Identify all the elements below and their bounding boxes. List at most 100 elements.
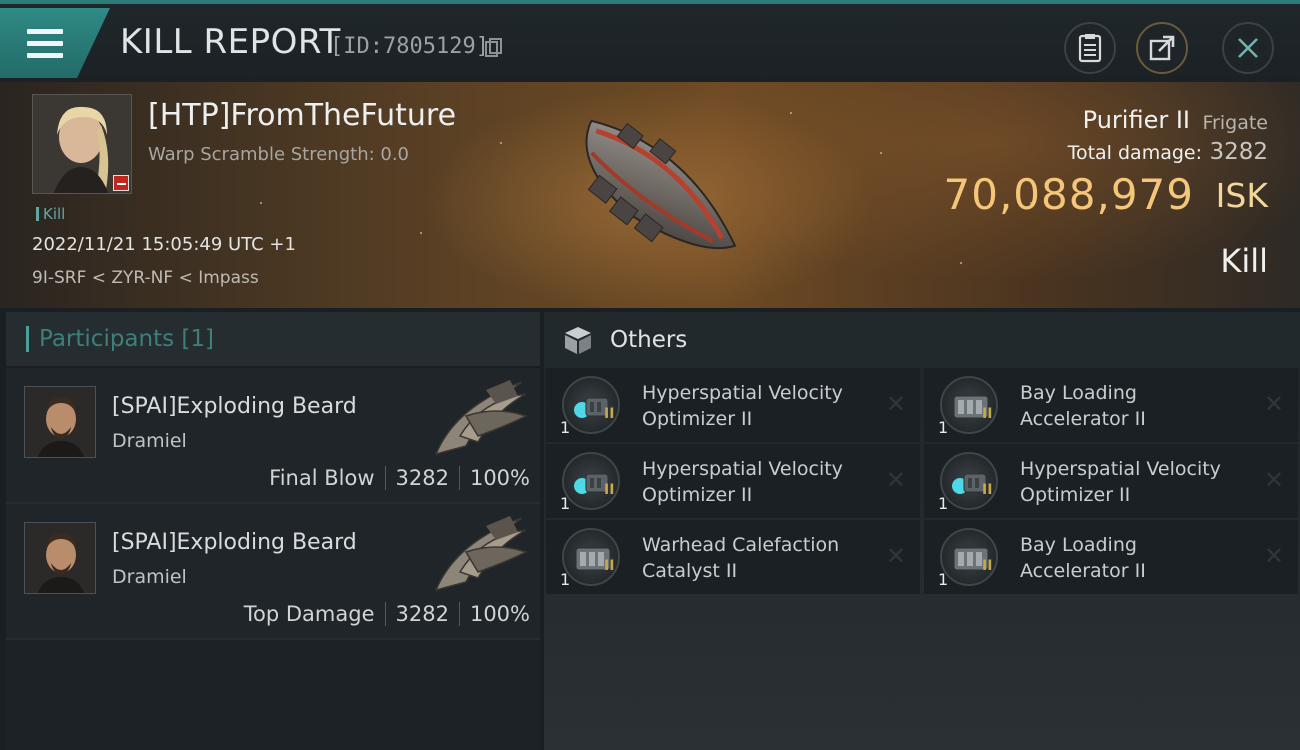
bay-loading-icon [940,528,998,586]
item-name-line1: Warhead Calefaction [642,534,840,556]
participant-stats: Final Blow 3282 100% [269,466,530,490]
module-item[interactable]: 1 II Hyperspatial Velocity Optimizer II ✕ [546,368,920,442]
item-quantity: 1 [560,418,571,437]
pilot-avatar-icon [25,523,95,593]
item-name: Bay Loading Accelerator II [1020,532,1250,584]
clipboard-button[interactable] [1064,22,1116,74]
copy-icon[interactable] [485,38,503,58]
item-tier: II [604,482,615,498]
kill-status: Kill [1220,242,1268,280]
item-name-line2: Optimizer II [642,408,753,430]
participant-avatar[interactable] [24,386,96,458]
velocity-optimizer-icon [562,452,620,510]
participant-avatar[interactable] [24,522,96,594]
menu-button[interactable] [0,8,110,78]
item-name-line1: Hyperspatial Velocity [642,458,843,480]
victim-name[interactable]: [HTP]FromTheFuture [148,98,456,133]
participant-stats: Top Damage 3282 100% [244,602,530,626]
share-icon [1149,35,1175,61]
item-tier: II [982,482,993,498]
kill-location[interactable]: 9I-SRF < ZYR-NF < Impass [32,268,259,288]
participant-role: Top Damage [243,602,375,626]
module-item[interactable]: 1 II Warhead Calefaction Catalyst II ✕ [546,520,920,594]
total-damage-label: Total damage: [1067,142,1202,164]
velocity-optimizer-icon [562,376,620,434]
item-name-line2: Optimizer II [1020,484,1131,506]
item-tier: II [982,558,993,574]
destroyed-x-icon: ✕ [1263,542,1284,570]
velocity-optimizer-icon [940,452,998,510]
share-button[interactable] [1136,22,1188,74]
participant-percent: 100% [469,466,530,490]
cargo-box-icon [565,327,591,354]
dramiel-ship-icon[interactable] [426,376,530,458]
close-icon [1238,38,1258,58]
dramiel-ship-icon[interactable] [426,512,530,594]
page-title: KILL REPORT [120,22,341,62]
participant-name[interactable]: [SPAI]Exploding Beard [112,394,357,419]
warp-scramble-text: Warp Scramble Strength: 0.0 [148,144,410,165]
participants-title: Participants [1] [39,326,214,352]
module-item[interactable]: 1 II Bay Loading Accelerator II ✕ [924,520,1298,594]
item-quantity: 1 [938,494,949,513]
item-quantity: 1 [938,418,949,437]
item-name-line1: Bay Loading [1020,382,1137,404]
participants-panel: Participants [1] [SPAI]Exploding Beard D… [6,312,540,750]
participant-name[interactable]: [SPAI]Exploding Beard [112,530,357,555]
item-quantity: 1 [938,570,949,589]
isk-value: 70,088,979 [943,170,1194,219]
destroyed-x-icon: ✕ [1263,466,1284,494]
victim-ship-icon[interactable] [530,92,770,292]
participant-role: Final Blow [269,466,375,490]
destroyed-x-icon: ✕ [885,390,906,418]
participant-ship: Dramiel [112,566,187,588]
clipboard-icon [1078,34,1102,63]
item-name-line1: Bay Loading [1020,534,1137,556]
item-quantity: 1 [560,570,571,589]
item-tier: II [604,406,615,422]
item-name-line2: Accelerator II [1020,560,1146,582]
hamburger-menu-icon [27,29,63,59]
header-bar: KILL REPORT [ID:7805129] [0,0,1300,82]
destroyed-x-icon: ✕ [1263,390,1284,418]
participant-damage: 3282 [395,602,449,626]
participant-row[interactable]: [SPAI]Exploding Beard Dramiel Top Damage… [6,504,540,640]
item-name-line2: Accelerator II [1020,408,1146,430]
total-damage-value: 3282 [1209,139,1268,165]
module-item[interactable]: 1 II Hyperspatial Velocity Optimizer II ✕ [924,444,1298,518]
module-item[interactable]: 1 II Hyperspatial Velocity Optimizer II ✕ [546,444,920,518]
participant-row[interactable]: [SPAI]Exploding Beard Dramiel Final Blow… [6,368,540,504]
victim-banner: [HTP]FromTheFuture Warp Scramble Strengt… [0,82,1300,308]
kill-tag: Kill [36,205,65,223]
kill-datetime: 2022/11/21 15:05:49 UTC +1 [32,234,296,255]
item-name: Bay Loading Accelerator II [1020,380,1250,432]
isk-unit: ISK [1215,176,1268,215]
item-quantity: 1 [560,494,571,513]
item-name-line2: Catalyst II [642,560,738,582]
warhead-calefaction-icon [562,528,620,586]
participant-ship: Dramiel [112,430,187,452]
item-name: Hyperspatial Velocity Optimizer II [1020,456,1250,508]
participant-damage: 3282 [395,466,449,490]
item-name-line2: Optimizer II [642,484,753,506]
ship-class: Frigate [1202,112,1268,134]
ship-name[interactable]: Purifier II [1083,106,1190,134]
close-button[interactable] [1222,22,1274,74]
participants-header[interactable]: Participants [1] [6,312,540,368]
item-name: Hyperspatial Velocity Optimizer II [642,456,872,508]
report-id: [ID:7805129] [330,34,489,59]
victim-portrait[interactable] [32,94,132,194]
destroyed-x-icon: ✕ [885,466,906,494]
item-tier: II [982,406,993,422]
module-item[interactable]: 1 II Bay Loading Accelerator II ✕ [924,368,1298,442]
minus-badge-icon [113,175,129,191]
participant-percent: 100% [469,602,530,626]
destroyed-x-icon: ✕ [885,542,906,570]
pilot-avatar-icon [25,387,95,457]
others-header[interactable]: Others [544,312,1300,368]
item-tier: II [604,558,615,574]
others-panel: Others 1 II Hyperspatial Velocity Optimizer… [544,312,1300,750]
bay-loading-icon [940,376,998,434]
item-name-line1: Hyperspatial Velocity [642,382,843,404]
others-title: Others [610,327,688,353]
